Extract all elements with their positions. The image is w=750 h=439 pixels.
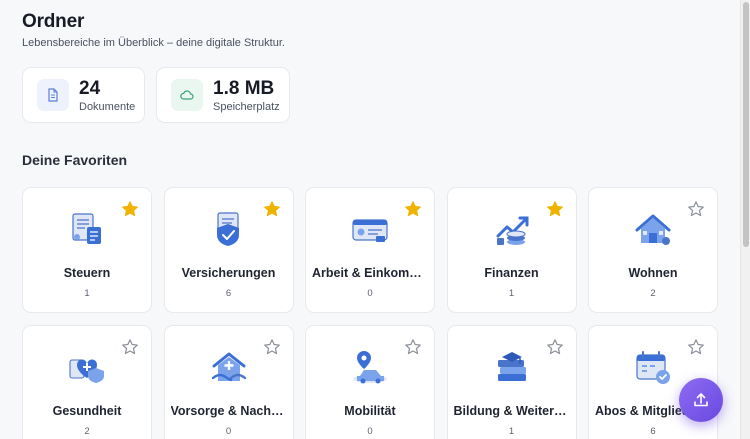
- star-outline-icon[interactable]: [263, 338, 281, 356]
- folder-document-count: 0: [367, 288, 373, 299]
- car-pin-icon: [350, 348, 390, 386]
- scrollbar-thumb[interactable]: [743, 2, 749, 247]
- folder-card[interactable]: Mobilität 0: [305, 325, 435, 439]
- folder-name: Bildung & Weiterbildung: [453, 404, 570, 418]
- folder-name: Finanzen: [484, 266, 539, 280]
- cloud-icon: [171, 79, 203, 111]
- health-hearts-icon: [67, 348, 107, 386]
- star-filled-icon[interactable]: [546, 200, 564, 218]
- star-outline-icon[interactable]: [687, 200, 705, 218]
- shield-insurance-icon: [209, 210, 249, 248]
- star-filled-icon[interactable]: [121, 200, 139, 218]
- id-card-icon: [350, 210, 390, 248]
- folder-card[interactable]: Versicherungen 6: [163, 187, 294, 313]
- folder-document-count: 0: [367, 426, 373, 437]
- stat-value: 24: [79, 77, 101, 99]
- upload-icon: [694, 393, 708, 407]
- page-subtitle: Lebensbereiche im Überblick – deine digi…: [22, 37, 285, 49]
- folder-document-count: 1: [508, 426, 515, 437]
- subscription-calendar-icon: [633, 348, 673, 386]
- stat-storage: 1.8 MB Speicherplatz: [156, 67, 290, 123]
- section-title: Deine Favoriten: [22, 152, 128, 168]
- folder-card[interactable]: Arbeit & Einkommen 0: [305, 187, 435, 313]
- folder-card[interactable]: Wohnen 2: [588, 187, 718, 313]
- folder-document-count: 1: [508, 288, 515, 299]
- folders-page: Ordner Lebensbereiche im Überblick – dei…: [0, 0, 740, 439]
- star-filled-icon[interactable]: [404, 200, 422, 218]
- document-icon: [37, 79, 69, 111]
- folder-name: Steuern: [63, 266, 111, 280]
- page-title: Ordner: [22, 11, 85, 32]
- star-outline-icon[interactable]: [546, 338, 564, 356]
- star-outline-icon[interactable]: [687, 338, 705, 356]
- books-icon: [492, 348, 532, 386]
- folder-document-count: 6: [225, 288, 232, 299]
- folder-name: Gesundheit: [52, 404, 122, 418]
- folder-card[interactable]: Steuern 1: [22, 187, 152, 313]
- stat-documents: 24 Dokumente: [22, 67, 145, 123]
- folder-grid: Steuern 1 Versicherungen 6 Arbeit & Einkomme…: [22, 187, 718, 439]
- folder-card[interactable]: Bildung & Weiterbildung 1: [446, 325, 577, 439]
- house-icon: [633, 210, 673, 248]
- folder-document-count: 1: [84, 288, 90, 299]
- folder-document-count: 0: [225, 426, 232, 437]
- coins-growth-icon: [492, 210, 532, 248]
- folder-document-count: 2: [84, 426, 90, 437]
- folder-name: Mobilität: [344, 404, 396, 418]
- upload-button[interactable]: [679, 378, 723, 422]
- star-filled-icon[interactable]: [263, 200, 281, 218]
- folder-name: Wohnen: [628, 266, 678, 280]
- stat-label: Dokumente: [79, 100, 136, 113]
- star-outline-icon[interactable]: [121, 338, 139, 356]
- scrollbar[interactable]: [740, 0, 750, 439]
- care-house-icon: [209, 348, 249, 386]
- stat-value: 1.8 MB: [213, 77, 275, 99]
- stat-label: Speicherplatz: [213, 100, 280, 113]
- folder-card[interactable]: Gesundheit 2: [22, 325, 152, 439]
- star-outline-icon[interactable]: [404, 338, 422, 356]
- folder-card[interactable]: Vorsorge & Nachlass 0: [163, 325, 294, 439]
- folder-card[interactable]: Finanzen 1: [446, 187, 577, 313]
- folder-name: Arbeit & Einkommen: [312, 266, 428, 280]
- folder-document-count: 2: [650, 288, 656, 299]
- folder-name: Versicherungen: [181, 266, 276, 280]
- folder-document-count: 6: [650, 426, 656, 437]
- folder-name: Vorsorge & Nachlass: [170, 404, 287, 418]
- tax-documents-icon: [67, 210, 107, 248]
